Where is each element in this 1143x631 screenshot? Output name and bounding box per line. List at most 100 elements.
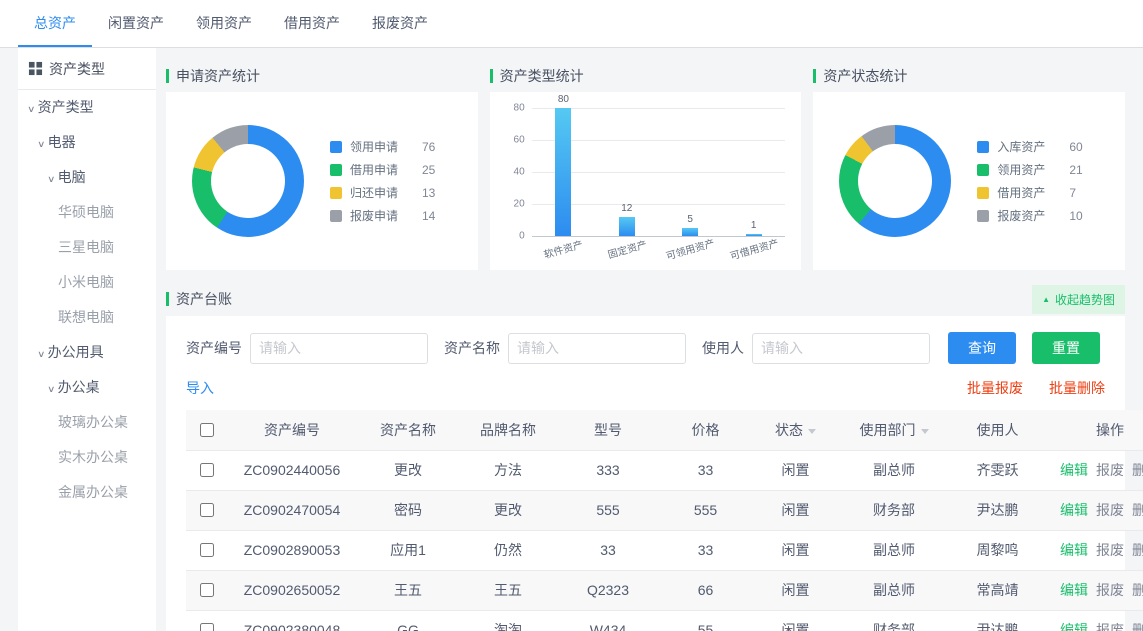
x-axis-label: 软件资产 — [531, 232, 597, 264]
scrap-link[interactable]: 报废 — [1096, 582, 1124, 598]
tab-scrap-assets[interactable]: 报废资产 — [356, 0, 444, 47]
edit-link[interactable]: 编辑 — [1060, 542, 1088, 558]
cell-model: 555 — [558, 490, 658, 530]
tree-item-5[interactable]: 小米电脑 — [18, 265, 156, 300]
sidebar-header: 资产类型 — [18, 48, 156, 90]
sidebar: 资产类型 ∨资产类型∨电器∨电脑华硕电脑三星电脑小米电脑联想电脑∨办公用具∨办公… — [18, 48, 156, 631]
scrap-link[interactable]: 报废 — [1096, 622, 1124, 631]
col-header-label: 价格 — [692, 422, 720, 438]
legend-item[interactable]: 借用资产7 — [977, 181, 1082, 204]
batch-scrap-link[interactable]: 批量报废 — [967, 378, 1023, 398]
user-input[interactable] — [752, 333, 930, 364]
charts-row: 申请资产统计领用申请76借用申请25归还申请13报废申请14资产类型统计0204… — [166, 60, 1125, 270]
tree-item-label: 三星电脑 — [58, 239, 114, 255]
delete-link[interactable]: 删除 — [1132, 502, 1143, 518]
cell-dept: 财务部 — [838, 490, 950, 530]
edit-link[interactable]: 编辑 — [1060, 622, 1088, 631]
filter-icon[interactable] — [808, 429, 816, 434]
delete-link[interactable]: 删除 — [1132, 542, 1143, 558]
cell-actions: 编辑报废删除 — [1045, 530, 1143, 570]
tab-requisition-assets[interactable]: 领用资产 — [180, 0, 268, 47]
legend-item[interactable]: 报废资产10 — [977, 204, 1082, 227]
cell-brand: 仍然 — [458, 530, 558, 570]
tree-item-0[interactable]: ∨资产类型 — [18, 90, 156, 125]
row-select-cell — [186, 530, 226, 570]
chart-section-status-stats: 资产状态统计入库资产60领用资产21借用资产7报废资产10 — [813, 60, 1125, 270]
chart-title: 资产状态统计 — [813, 60, 1125, 92]
legend-item[interactable]: 归还申请13 — [330, 181, 435, 204]
reset-button[interactable]: 重置 — [1032, 332, 1100, 364]
tree-item-7[interactable]: ∨办公用具 — [18, 335, 156, 370]
cell-code: ZC0902890053 — [226, 530, 358, 570]
legend-item[interactable]: 借用申请25 — [330, 158, 435, 181]
bar-0 — [555, 108, 571, 236]
cell-user: 尹达鹏 — [950, 490, 1045, 530]
filter-icon[interactable] — [921, 429, 929, 434]
caret-down-icon: ∨ — [37, 127, 45, 160]
legend-item[interactable]: 入库资产60 — [977, 135, 1082, 158]
legend-value: 13 — [422, 186, 435, 200]
edit-link[interactable]: 编辑 — [1060, 502, 1088, 518]
tree-item-8[interactable]: ∨办公桌 — [18, 370, 156, 405]
tree-item-4[interactable]: 三星电脑 — [18, 230, 156, 265]
tree-item-9[interactable]: 玻璃办公桌 — [18, 405, 156, 440]
tree-item-10[interactable]: 实木办公桌 — [18, 440, 156, 475]
scrap-link[interactable]: 报废 — [1096, 542, 1124, 558]
legend-item[interactable]: 领用申请76 — [330, 135, 435, 158]
cell-brand: 更改 — [458, 490, 558, 530]
table-header-row: 资产编号资产名称品牌名称型号价格状态使用部门使用人操作 — [186, 410, 1143, 450]
asset-code-input[interactable] — [250, 333, 428, 364]
edit-link[interactable]: 编辑 — [1060, 582, 1088, 598]
chart-card-apply-stats: 领用申请76借用申请25归还申请13报废申请14 — [166, 92, 478, 270]
row-checkbox[interactable] — [200, 583, 214, 597]
cell-model: W434 — [558, 610, 658, 631]
search-button[interactable]: 查询 — [948, 332, 1016, 364]
delete-link[interactable]: 删除 — [1132, 622, 1143, 631]
chart-title-text: 资产类型统计 — [500, 66, 584, 86]
cell-actions: 编辑报废删除 — [1045, 610, 1143, 631]
tree-item-1[interactable]: ∨电器 — [18, 125, 156, 160]
tab-idle-assets[interactable]: 闲置资产 — [92, 0, 180, 47]
green-accent-bar — [166, 69, 169, 83]
legend-item[interactable]: 报废申请14 — [330, 204, 435, 227]
bar-2 — [682, 228, 698, 236]
row-checkbox[interactable] — [200, 543, 214, 557]
y-tick-label: 60 — [514, 135, 525, 146]
tab-total-assets[interactable]: 总资产 — [18, 0, 92, 47]
row-checkbox[interactable] — [200, 623, 214, 631]
import-link[interactable]: 导入 — [186, 378, 214, 398]
tab-borrow-assets[interactable]: 借用资产 — [268, 0, 356, 47]
legend-item[interactable]: 领用资产21 — [977, 158, 1082, 181]
row-select-cell — [186, 490, 226, 530]
select-all-checkbox[interactable] — [200, 423, 214, 437]
legend-swatch — [977, 187, 989, 199]
content-area: 资产类型 ∨资产类型∨电器∨电脑华硕电脑三星电脑小米电脑联想电脑∨办公用具∨办公… — [0, 48, 1143, 631]
col-header-label: 型号 — [594, 422, 622, 438]
tree-item-2[interactable]: ∨电脑 — [18, 160, 156, 195]
batch-delete-link[interactable]: 批量删除 — [1049, 378, 1105, 398]
ledger-card: 资产编号资产名称使用人查询重置 导入 批量报废 批量删除 资产编号资产名称品牌名… — [166, 316, 1125, 631]
edit-link[interactable]: 编辑 — [1060, 462, 1088, 478]
cell-status: 闲置 — [753, 570, 838, 610]
asset-name-input[interactable] — [508, 333, 686, 364]
tree-item-3[interactable]: 华硕电脑 — [18, 195, 156, 230]
caret-down-icon: ∨ — [37, 337, 45, 370]
scrap-link[interactable]: 报废 — [1096, 462, 1124, 478]
delete-link[interactable]: 删除 — [1132, 582, 1143, 598]
tree-item-label: 小米电脑 — [58, 274, 114, 290]
tree-item-11[interactable]: 金属办公桌 — [18, 475, 156, 510]
cell-dept: 财务部 — [838, 610, 950, 631]
tab-bar: 总资产闲置资产领用资产借用资产报废资产 — [0, 0, 1143, 48]
tree-item-6[interactable]: 联想电脑 — [18, 300, 156, 335]
collapse-trend-button[interactable]: ▲ 收起趋势图 — [1032, 285, 1125, 314]
bar-3 — [746, 234, 762, 236]
delete-link[interactable]: 删除 — [1132, 462, 1143, 478]
cell-status: 闲置 — [753, 610, 838, 631]
row-checkbox[interactable] — [200, 463, 214, 477]
cell-price: 33 — [658, 450, 753, 490]
scrap-link[interactable]: 报废 — [1096, 502, 1124, 518]
legend-value: 76 — [422, 140, 435, 154]
tree-item-label: 电脑 — [58, 169, 86, 185]
cell-user: 齐雯跃 — [950, 450, 1045, 490]
row-checkbox[interactable] — [200, 503, 214, 517]
